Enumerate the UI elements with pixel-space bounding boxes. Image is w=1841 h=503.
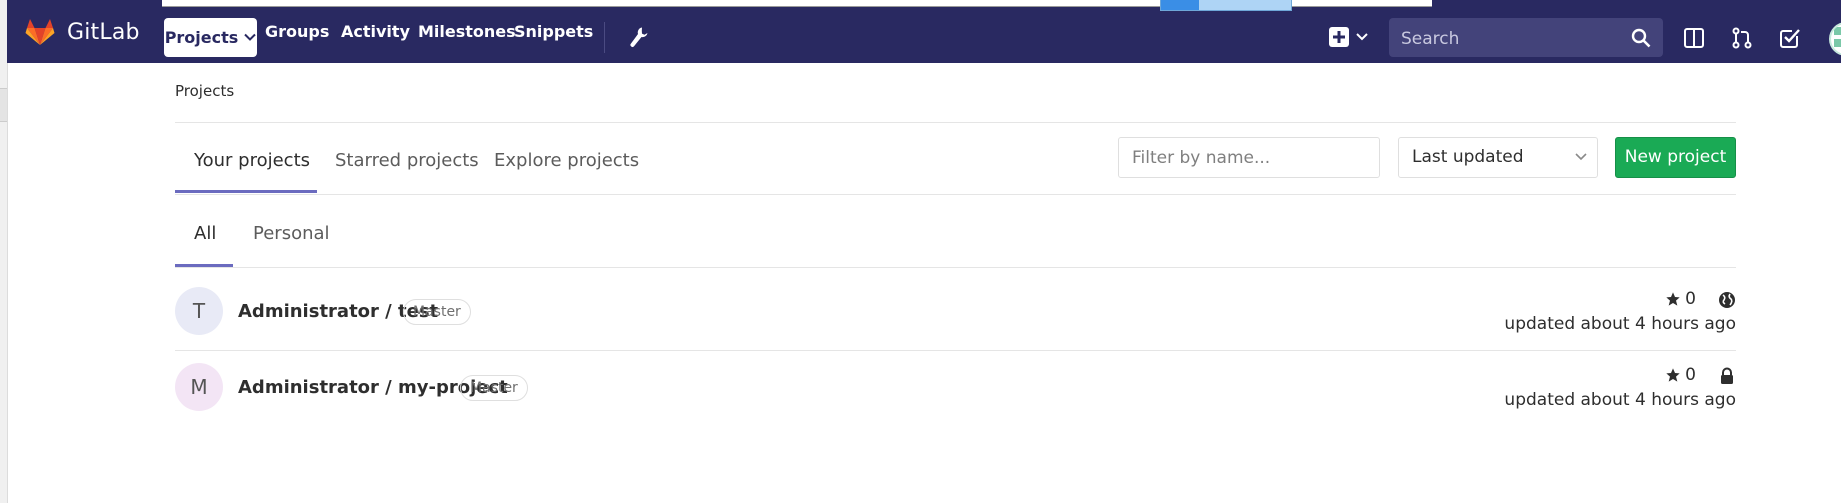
star-count[interactable]: 0 (1665, 365, 1696, 385)
active-tab-indicator (175, 190, 317, 193)
star-icon (1666, 292, 1680, 306)
search-box[interactable] (1389, 18, 1663, 59)
lock-icon (1721, 367, 1733, 384)
breadcrumb[interactable]: Projects (175, 82, 234, 100)
window-edge (0, 0, 8, 503)
project-avatar: M (175, 363, 223, 411)
project-row[interactable]: T Administrator / test Master 0 updated … (175, 277, 1736, 353)
subtabs-divider (175, 267, 1736, 268)
star-icon (1666, 368, 1680, 382)
extension-chip-block (1161, 0, 1199, 10)
user-avatar[interactable] (1829, 22, 1841, 56)
top-navbar: GitLab Projects Groups Activity Mileston… (7, 0, 1841, 63)
project-avatar: T (175, 287, 223, 335)
nav-snippets[interactable]: Snippets (514, 20, 593, 44)
search-input[interactable] (1389, 18, 1633, 59)
nav-projects-dropdown[interactable]: Projects (164, 18, 257, 57)
nav-divider (604, 22, 605, 53)
chevron-down-icon (244, 33, 257, 41)
access-level-badge: Master (403, 299, 471, 325)
merge-request-icon[interactable] (1731, 27, 1753, 49)
star-count-value: 0 (1685, 365, 1696, 385)
new-project-button[interactable]: New project (1615, 137, 1736, 178)
chevron-down-icon[interactable] (1356, 32, 1368, 42)
updated-time: updated about 4 hours ago (1504, 390, 1736, 410)
app-name: GitLab (67, 19, 140, 45)
sort-selected-value: Last updated (1412, 147, 1524, 167)
access-level-badge: Master (460, 375, 528, 401)
subtab-personal[interactable]: Personal (253, 223, 330, 244)
tab-explore-projects[interactable]: Explore projects (494, 150, 639, 171)
nav-projects-label: Projects (164, 28, 239, 47)
search-icon (1631, 28, 1651, 48)
window-edge-notch (0, 88, 7, 122)
sort-dropdown[interactable]: Last updated (1398, 137, 1598, 178)
nav-activity[interactable]: Activity (341, 20, 410, 44)
project-row[interactable]: M Administrator / my-project Master 0 up… (175, 353, 1736, 429)
todo-sidebar-icon[interactable] (1683, 27, 1705, 49)
filter-by-name-input[interactable] (1119, 138, 1379, 177)
row-divider (175, 350, 1736, 351)
nav-milestones[interactable]: Milestones (418, 20, 516, 44)
user-avatar-pattern-icon (1834, 27, 1841, 47)
tab-your-projects[interactable]: Your projects (194, 150, 310, 171)
star-count[interactable]: 0 (1665, 289, 1696, 309)
extension-chip[interactable] (1160, 0, 1292, 11)
tab-starred-projects[interactable]: Starred projects (335, 150, 479, 171)
subtab-all[interactable]: All (194, 223, 216, 244)
plus-square-icon[interactable] (1328, 26, 1350, 48)
todos-check-icon[interactable] (1779, 27, 1801, 49)
tabs-divider (175, 194, 1736, 195)
gitlab-brand[interactable]: GitLab (25, 18, 140, 46)
star-count-value: 0 (1685, 289, 1696, 309)
updated-time: updated about 4 hours ago (1504, 314, 1736, 334)
nav-groups[interactable]: Groups (265, 20, 329, 44)
filter-box[interactable] (1118, 137, 1380, 178)
globe-icon (1719, 292, 1735, 308)
wrench-icon[interactable] (629, 26, 649, 48)
chevron-down-icon (1575, 153, 1587, 161)
gitlab-logo-icon (25, 19, 55, 45)
breadcrumb-divider (175, 122, 1736, 123)
